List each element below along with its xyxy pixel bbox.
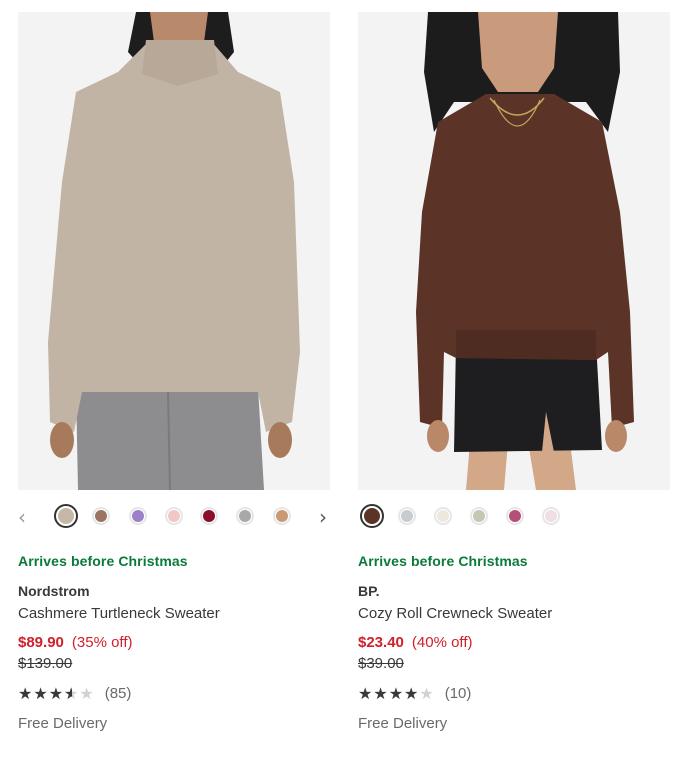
price-row: $23.40 (40% off) bbox=[358, 634, 670, 651]
discount-percent: (35% off) bbox=[71, 634, 133, 651]
chevron-left-icon[interactable]: ‹ bbox=[18, 507, 26, 527]
swatch-color-3[interactable] bbox=[434, 507, 452, 525]
swatch-color-6[interactable] bbox=[542, 507, 560, 525]
color-swatches: ‹ › bbox=[18, 504, 330, 533]
swatch-color-6[interactable] bbox=[236, 507, 254, 525]
swatch-color-5[interactable] bbox=[200, 507, 218, 525]
product-name[interactable]: Cashmere Turtleneck Sweater bbox=[18, 605, 330, 622]
rating-row[interactable]: ★★★★★★★★★★ (10) bbox=[358, 684, 670, 703]
chevron-right-icon[interactable]: › bbox=[319, 507, 327, 527]
swatch-color-4[interactable] bbox=[165, 507, 183, 525]
original-price: $39.00 bbox=[358, 655, 404, 672]
swatch-color-3[interactable] bbox=[129, 507, 147, 525]
brand-name[interactable]: BP. bbox=[358, 583, 670, 599]
sale-price: $89.90 bbox=[18, 634, 64, 651]
delivery-info: Free Delivery bbox=[358, 715, 448, 732]
swatch-color-2[interactable] bbox=[398, 507, 416, 525]
product-photo bbox=[18, 12, 330, 490]
star-rating: ★★★★★★★★★★ bbox=[358, 684, 435, 703]
swatch-color-7[interactable] bbox=[273, 507, 291, 525]
swatch-color-1[interactable] bbox=[54, 504, 78, 528]
discount-percent: (40% off) bbox=[411, 634, 473, 651]
arrival-message: Arrives before Christmas bbox=[358, 553, 528, 569]
star-rating: ★★★★★★★★★★ bbox=[18, 684, 95, 703]
product-image[interactable] bbox=[18, 12, 330, 490]
rating-row[interactable]: ★★★★★★★★★★ (85) bbox=[18, 684, 330, 703]
original-price: $139.00 bbox=[18, 655, 73, 672]
swatch-color-1[interactable] bbox=[360, 504, 384, 528]
brand-name[interactable]: Nordstrom bbox=[18, 583, 330, 599]
product-card[interactable]: Arrives before Christmas BP. Cozy Roll C… bbox=[358, 12, 670, 732]
sale-price: $23.40 bbox=[358, 634, 404, 651]
swatch-color-2[interactable] bbox=[92, 507, 110, 525]
swatch-color-4[interactable] bbox=[470, 507, 488, 525]
product-photo bbox=[358, 12, 670, 490]
review-count: (10) bbox=[444, 685, 472, 702]
product-card[interactable]: ‹ › Arrives before Christmas Nordstrom C… bbox=[18, 12, 330, 732]
swatch-color-5[interactable] bbox=[506, 507, 524, 525]
delivery-info: Free Delivery bbox=[18, 715, 108, 732]
price-row: $89.90 (35% off) bbox=[18, 634, 330, 651]
product-name[interactable]: Cozy Roll Crewneck Sweater bbox=[358, 605, 670, 622]
color-swatches bbox=[358, 504, 670, 533]
product-image[interactable] bbox=[358, 12, 670, 490]
review-count: (85) bbox=[104, 685, 132, 702]
arrival-message: Arrives before Christmas bbox=[18, 553, 188, 569]
